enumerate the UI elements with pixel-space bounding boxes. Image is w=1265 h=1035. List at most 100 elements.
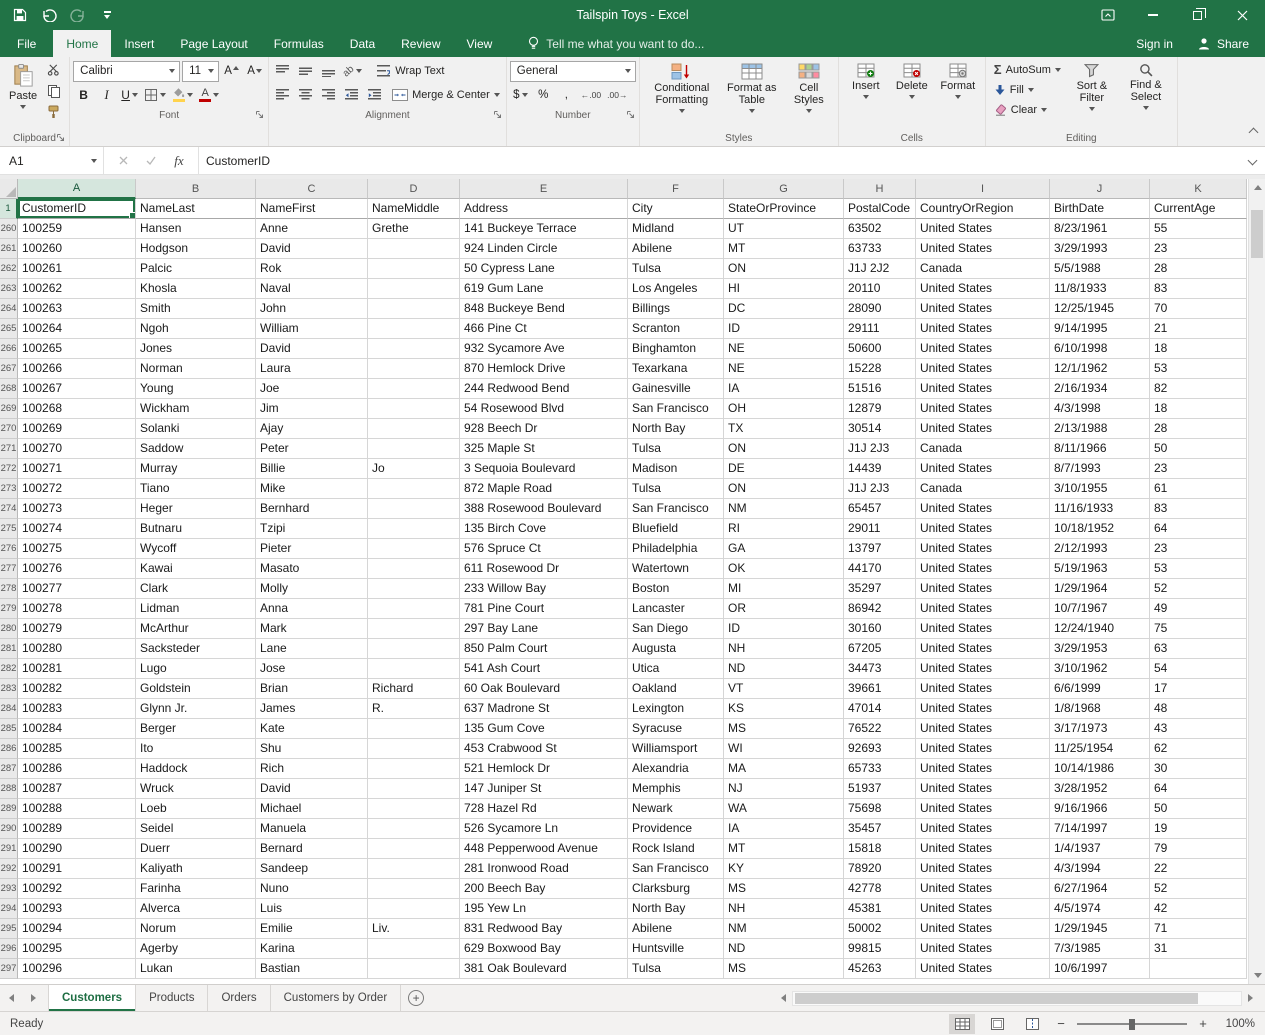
cell-H260[interactable]: 63502 bbox=[844, 219, 916, 239]
row-header-293[interactable]: 293 bbox=[0, 879, 18, 899]
cell-C273[interactable]: Mike bbox=[256, 479, 368, 499]
cell-F286[interactable]: Williamsport bbox=[628, 739, 724, 759]
cell-B295[interactable]: Norum bbox=[136, 919, 256, 939]
cell-B289[interactable]: Loeb bbox=[136, 799, 256, 819]
cell-I274[interactable]: United States bbox=[916, 499, 1050, 519]
cell-I297[interactable]: United States bbox=[916, 959, 1050, 979]
cell-B270[interactable]: Solanki bbox=[136, 419, 256, 439]
cell-I278[interactable]: United States bbox=[916, 579, 1050, 599]
cell-F277[interactable]: Watertown bbox=[628, 559, 724, 579]
cell-K260[interactable]: 55 bbox=[1150, 219, 1247, 239]
cell-H296[interactable]: 99815 bbox=[844, 939, 916, 959]
column-header-k[interactable]: K bbox=[1150, 179, 1247, 199]
cell-F287[interactable]: Alexandria bbox=[628, 759, 724, 779]
scroll-left-button[interactable] bbox=[775, 990, 792, 1007]
percent-style-button[interactable]: % bbox=[533, 85, 554, 105]
cell-D260[interactable]: Grethe bbox=[368, 219, 460, 239]
cell-C279[interactable]: Anna bbox=[256, 599, 368, 619]
cell-J279[interactable]: 10/7/1967 bbox=[1050, 599, 1150, 619]
cell-G275[interactable]: RI bbox=[724, 519, 844, 539]
row-header-280[interactable]: 280 bbox=[0, 619, 18, 639]
cell-C292[interactable]: Sandeep bbox=[256, 859, 368, 879]
cell-H281[interactable]: 67205 bbox=[844, 639, 916, 659]
row-header-271[interactable]: 271 bbox=[0, 439, 18, 459]
cell-D286[interactable] bbox=[368, 739, 460, 759]
cell-E260[interactable]: 141 Buckeye Terrace bbox=[460, 219, 628, 239]
cell-F284[interactable]: Lexington bbox=[628, 699, 724, 719]
cell-H286[interactable]: 92693 bbox=[844, 739, 916, 759]
cell-I281[interactable]: United States bbox=[916, 639, 1050, 659]
cell-J289[interactable]: 9/16/1966 bbox=[1050, 799, 1150, 819]
autosum-button[interactable]: ΣAutoSum bbox=[991, 60, 1064, 79]
cell-E284[interactable]: 637 Madrone St bbox=[460, 699, 628, 719]
cell-I291[interactable]: United States bbox=[916, 839, 1050, 859]
cell-B279[interactable]: Lidman bbox=[136, 599, 256, 619]
cell-E296[interactable]: 629 Boxwood Bay bbox=[460, 939, 628, 959]
cell-B285[interactable]: Berger bbox=[136, 719, 256, 739]
cell-H287[interactable]: 65733 bbox=[844, 759, 916, 779]
cell-A273[interactable]: 100272 bbox=[18, 479, 136, 499]
cell-K276[interactable]: 23 bbox=[1150, 539, 1247, 559]
cell-A261[interactable]: 100260 bbox=[18, 239, 136, 259]
cell-J270[interactable]: 2/13/1988 bbox=[1050, 419, 1150, 439]
cell-J273[interactable]: 3/10/1955 bbox=[1050, 479, 1150, 499]
cell-B287[interactable]: Haddock bbox=[136, 759, 256, 779]
cell-styles-button[interactable]: Cell Styles bbox=[785, 60, 833, 129]
column-header-h[interactable]: H bbox=[844, 179, 916, 199]
cell-H289[interactable]: 75698 bbox=[844, 799, 916, 819]
cell-A279[interactable]: 100278 bbox=[18, 599, 136, 619]
insert-cells-button[interactable]: Insert bbox=[844, 60, 888, 129]
cell-F272[interactable]: Madison bbox=[628, 459, 724, 479]
cell-J292[interactable]: 4/3/1994 bbox=[1050, 859, 1150, 879]
cell-E266[interactable]: 932 Sycamore Ave bbox=[460, 339, 628, 359]
row-header-283[interactable]: 283 bbox=[0, 679, 18, 699]
row-header-279[interactable]: 279 bbox=[0, 599, 18, 619]
cell-A272[interactable]: 100271 bbox=[18, 459, 136, 479]
cell-H293[interactable]: 42778 bbox=[844, 879, 916, 899]
cell-I285[interactable]: United States bbox=[916, 719, 1050, 739]
zoom-in-button[interactable]: + bbox=[1196, 1016, 1210, 1031]
cell-A281[interactable]: 100280 bbox=[18, 639, 136, 659]
cell-H274[interactable]: 65457 bbox=[844, 499, 916, 519]
cell-H291[interactable]: 15818 bbox=[844, 839, 916, 859]
cell-E268[interactable]: 244 Redwood Bend bbox=[460, 379, 628, 399]
cell-F293[interactable]: Clarksburg bbox=[628, 879, 724, 899]
cell-F262[interactable]: Tulsa bbox=[628, 259, 724, 279]
cell-C260[interactable]: Anne bbox=[256, 219, 368, 239]
cell-G276[interactable]: GA bbox=[724, 539, 844, 559]
cell-G285[interactable]: MS bbox=[724, 719, 844, 739]
cell-H276[interactable]: 13797 bbox=[844, 539, 916, 559]
cell-I287[interactable]: United States bbox=[916, 759, 1050, 779]
cell-I261[interactable]: United States bbox=[916, 239, 1050, 259]
cell-J271[interactable]: 8/11/1966 bbox=[1050, 439, 1150, 459]
column-header-c[interactable]: C bbox=[256, 179, 368, 199]
cell-K281[interactable]: 63 bbox=[1150, 639, 1247, 659]
cell-D294[interactable] bbox=[368, 899, 460, 919]
cell-G264[interactable]: DC bbox=[724, 299, 844, 319]
vertical-scroll-track[interactable] bbox=[1249, 196, 1265, 967]
cell-G265[interactable]: ID bbox=[724, 319, 844, 339]
cell-D271[interactable] bbox=[368, 439, 460, 459]
cell-G286[interactable]: WI bbox=[724, 739, 844, 759]
row-header-265[interactable]: 265 bbox=[0, 319, 18, 339]
increase-font-button[interactable]: A bbox=[221, 61, 242, 81]
cell-A294[interactable]: 100293 bbox=[18, 899, 136, 919]
cell-C290[interactable]: Manuela bbox=[256, 819, 368, 839]
cell-I265[interactable]: United States bbox=[916, 319, 1050, 339]
cell-H288[interactable]: 51937 bbox=[844, 779, 916, 799]
cell-B281[interactable]: Sacksteder bbox=[136, 639, 256, 659]
fill-color-button[interactable] bbox=[170, 85, 195, 105]
row-header-290[interactable]: 290 bbox=[0, 819, 18, 839]
cell-E262[interactable]: 50 Cypress Lane bbox=[460, 259, 628, 279]
cell-G278[interactable]: MI bbox=[724, 579, 844, 599]
cell-J286[interactable]: 11/25/1954 bbox=[1050, 739, 1150, 759]
cell-H285[interactable]: 76522 bbox=[844, 719, 916, 739]
cell-K294[interactable]: 42 bbox=[1150, 899, 1247, 919]
cell-C267[interactable]: Laura bbox=[256, 359, 368, 379]
cell-J280[interactable]: 12/24/1940 bbox=[1050, 619, 1150, 639]
cell-K278[interactable]: 52 bbox=[1150, 579, 1247, 599]
formula-bar-expand-button[interactable] bbox=[1239, 147, 1265, 174]
cell-F290[interactable]: Providence bbox=[628, 819, 724, 839]
cell-A283[interactable]: 100282 bbox=[18, 679, 136, 699]
cell-E292[interactable]: 281 Ironwood Road bbox=[460, 859, 628, 879]
